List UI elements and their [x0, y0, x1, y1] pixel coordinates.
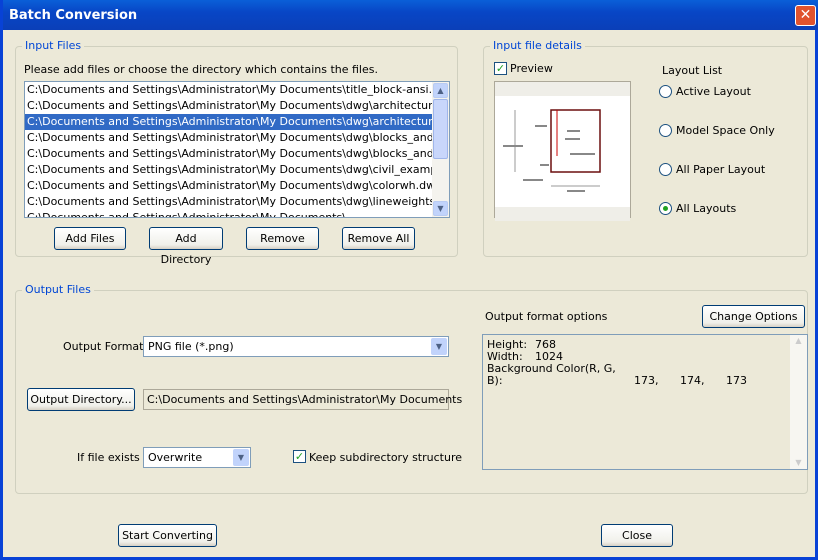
output-files-legend: Output Files	[22, 283, 94, 296]
scroll-up-icon[interactable]: ▲	[433, 83, 448, 98]
preview-image	[494, 81, 631, 221]
file-list-item[interactable]: C:\Documents and Settings\Administrator\…	[25, 114, 433, 130]
keep-subdirectory-label: Keep subdirectory structure	[309, 451, 462, 464]
layout-radio-label[interactable]: Model Space Only	[676, 124, 775, 137]
layout-radio-3[interactable]	[659, 202, 672, 215]
input-file-list[interactable]: C:\Documents and Settings\Administrator\…	[24, 81, 450, 218]
keep-subdirectory-checkbox[interactable]: ✓	[293, 450, 306, 463]
bg-r-value: 173,	[634, 374, 659, 387]
file-list-item[interactable]: C:\Documents and Settings\Administrator\…	[25, 162, 433, 178]
bg-b-value: 173	[726, 374, 747, 387]
preview-label: Preview	[510, 62, 553, 75]
add-files-button[interactable]: Add Files	[54, 227, 126, 250]
if-file-exists-label: If file exists	[77, 451, 140, 464]
add-directory-button[interactable]: Add Directory	[149, 227, 223, 266]
details-legend: Input file details	[490, 39, 585, 52]
start-converting-button[interactable]: Start Converting	[118, 524, 217, 547]
file-list-item[interactable]: C:\Documents and Settings\Administrator\…	[25, 194, 433, 210]
if-file-exists-select[interactable]: Overwrite ▼	[143, 447, 251, 468]
file-list-item[interactable]: C:\Documents and Settings\Administrator\…	[25, 98, 433, 114]
output-format-label: Output Format	[63, 340, 144, 353]
change-options-button[interactable]: Change Options	[702, 305, 805, 328]
title-bar: Batch Conversion ✕	[3, 0, 818, 30]
scroll-thumb[interactable]	[433, 99, 448, 159]
output-directory-button[interactable]: Output Directory...	[27, 388, 135, 411]
remove-all-button[interactable]: Remove All	[342, 227, 415, 250]
if-file-exists-value: Overwrite	[148, 451, 203, 464]
layout-radio-label[interactable]: All Layouts	[676, 202, 736, 215]
layout-radio-label[interactable]: Active Layout	[676, 85, 751, 98]
list-scrollbar[interactable]: ▲ ▼	[432, 82, 449, 217]
file-list-item[interactable]: C:\Documents and Settings\Administrator\…	[25, 210, 433, 217]
output-options-text[interactable]: Height: 768 Width: 1024 Background Color(R…	[482, 334, 808, 470]
layout-radio-2[interactable]	[659, 163, 672, 176]
instruction-text: Please add files or choose the directory…	[24, 63, 378, 76]
chevron-down-icon[interactable]: ▼	[233, 449, 249, 466]
output-format-options-label: Output format options	[485, 310, 608, 323]
close-window-button[interactable]: ✕	[795, 5, 816, 26]
scroll-down-icon[interactable]: ▼	[433, 201, 448, 216]
layout-radio-label[interactable]: All Paper Layout	[676, 163, 765, 176]
layout-list-label: Layout List	[662, 64, 723, 77]
input-files-legend: Input Files	[22, 39, 85, 52]
bg-color-label: Background Color(R, G, B):	[487, 362, 616, 387]
chevron-down-icon[interactable]: ▼	[431, 338, 447, 355]
file-list-item[interactable]: C:\Documents and Settings\Administrator\…	[25, 130, 433, 146]
file-list-item[interactable]: C:\Documents and Settings\Administrator\…	[25, 146, 433, 162]
output-format-value: PNG file (*.png)	[148, 340, 234, 353]
layout-radio-1[interactable]	[659, 124, 672, 137]
output-format-select[interactable]: PNG file (*.png) ▼	[143, 336, 449, 357]
scroll-up-icon[interactable]: ▲	[790, 335, 807, 347]
file-list-item[interactable]: C:\Documents and Settings\Administrator\…	[25, 82, 433, 98]
options-scrollbar[interactable]: ▲ ▼	[790, 335, 807, 469]
preview-checkbox[interactable]: ✓	[494, 62, 507, 75]
layout-radio-0[interactable]	[659, 85, 672, 98]
close-button[interactable]: Close	[601, 524, 673, 547]
remove-button[interactable]: Remove	[246, 227, 319, 250]
scroll-down-icon[interactable]: ▼	[790, 457, 807, 469]
file-list-item[interactable]: C:\Documents and Settings\Administrator\…	[25, 178, 433, 194]
bg-g-value: 174,	[680, 374, 705, 387]
window-title: Batch Conversion	[9, 8, 138, 23]
output-directory-field[interactable]: C:\Documents and Settings\Administrator\…	[143, 389, 462, 410]
batch-conversion-dialog: Batch Conversion ✕ Input Files Please ad…	[0, 0, 818, 560]
